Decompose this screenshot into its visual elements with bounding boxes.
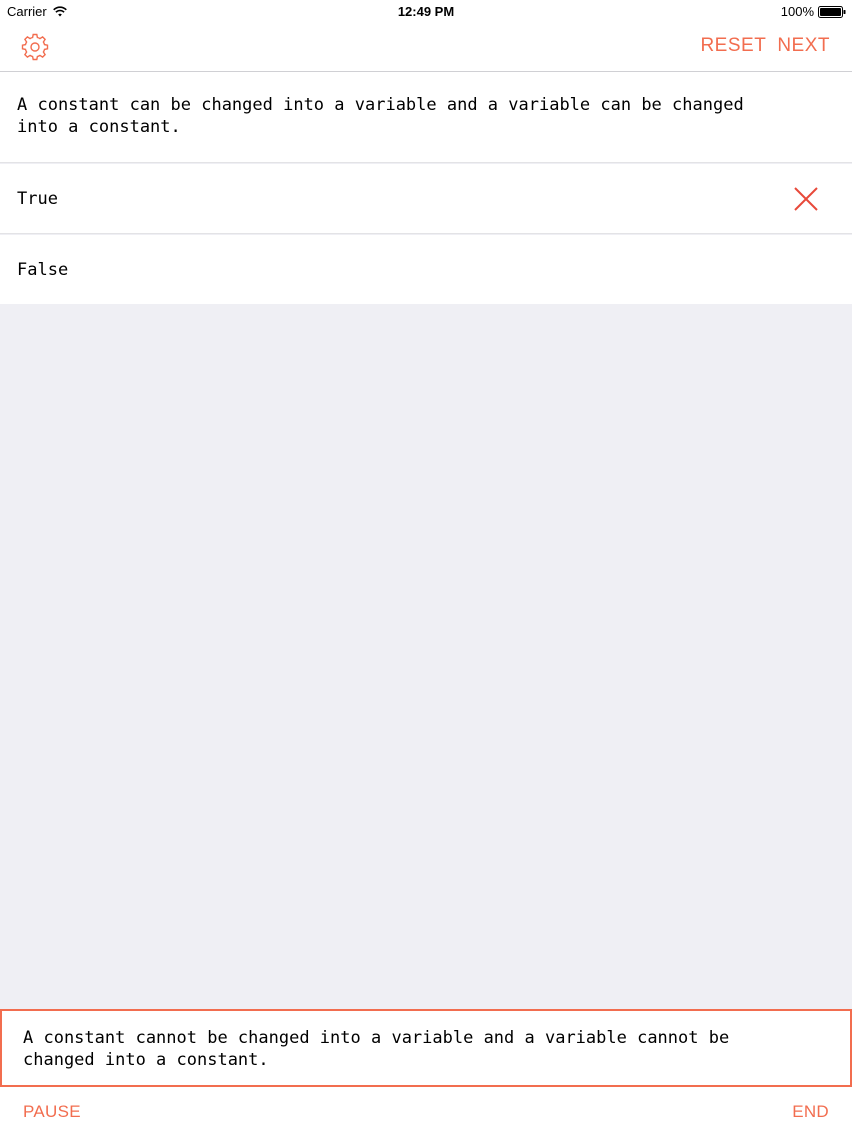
nav-bar: RESET NEXT: [0, 24, 852, 72]
status-battery: 100%: [781, 4, 846, 19]
option-true[interactable]: True: [0, 164, 852, 234]
next-button[interactable]: NEXT: [777, 35, 830, 57]
gear-icon[interactable]: [20, 32, 50, 62]
bottom-bar: PAUSE END: [0, 1087, 852, 1136]
status-bar: Carrier 12:49 PM 100%: [0, 0, 852, 24]
end-button[interactable]: END: [792, 1102, 829, 1122]
status-time: 12:49 PM: [397, 4, 455, 19]
option-label: True: [17, 188, 58, 209]
question-text: A constant can be changed into a variabl…: [0, 72, 852, 163]
battery-icon: [818, 5, 846, 18]
wrong-answer-icon: [794, 187, 818, 211]
option-label: False: [17, 259, 69, 280]
pause-button[interactable]: PAUSE: [23, 1102, 81, 1122]
reset-button[interactable]: RESET: [700, 35, 766, 57]
answer-explanation: A constant cannot be changed into a vari…: [0, 1009, 852, 1087]
option-false[interactable]: False: [0, 235, 852, 304]
battery-percent: 100%: [780, 4, 814, 19]
nav-actions: RESET NEXT: [700, 35, 830, 57]
